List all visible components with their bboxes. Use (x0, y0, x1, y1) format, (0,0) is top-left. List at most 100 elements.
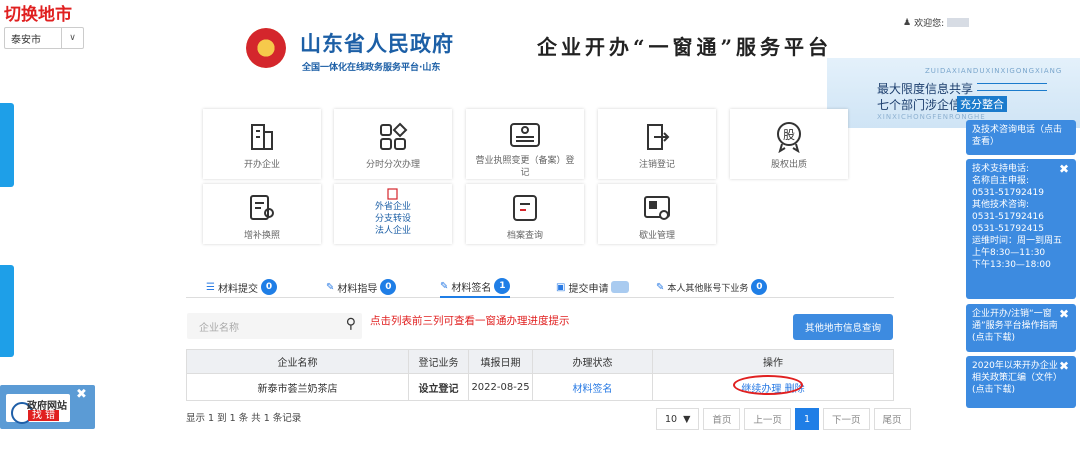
edit-icon: ✎ (656, 281, 665, 293)
column-header: 办理状态 (532, 349, 653, 374)
equity-shield-icon: 股 (771, 119, 807, 155)
error-report-line2: 找 错 (28, 410, 60, 421)
page-size-value: 10 (665, 413, 678, 425)
tab-material-sign[interactable]: ✎ 材料签名 1 (440, 276, 511, 298)
closure-sign-icon (639, 190, 675, 226)
tile-cancellation[interactable]: 注销登记 (598, 109, 716, 179)
page-size-select[interactable]: 10 ▼ (656, 408, 700, 430)
tile-license-change[interactable]: 营业执照变更（备案）登记 (466, 109, 584, 179)
tile-label: 分支转设 (374, 214, 411, 224)
banner-decoration (977, 83, 1047, 91)
tech-phone-link[interactable]: 及技术咨询电话（点击查看） (966, 120, 1076, 155)
cell-status: 材料签名 (532, 373, 653, 401)
tech-support-panel: ✖ 技术支持电话: 名称自主申报: 0531-51792419 其他技术咨询: … (966, 159, 1076, 299)
close-icon[interactable]: ✖ (1059, 308, 1069, 320)
tile-phased-handling[interactable]: 分时分次办理 (334, 109, 452, 179)
left-float-tab-middle[interactable] (0, 265, 14, 357)
platform-title: 企业开办“一窗通”服务平台 (537, 35, 833, 59)
cell-actions: 继续办理 删除 (652, 373, 894, 401)
panel-line: 0531-51792415 (972, 224, 1044, 234)
enterprise-search-input[interactable]: 企业名称 ⚲ (187, 313, 362, 339)
left-float-tab-top[interactable] (0, 103, 14, 187)
last-page-button[interactable]: 尾页 (873, 408, 911, 430)
welcome-text: 欢迎您: (914, 19, 945, 29)
user-name-masked[interactable] (947, 18, 970, 27)
info-sharing-banner[interactable]: ZUIDAXIANDUXINXIGONGXIANG 最大限度信息共享 七个部门涉… (827, 58, 1080, 128)
panel-text: 2020年以来开办企业相关政策汇编（文件）(点击下载) (972, 361, 1058, 395)
panel-line: 下午13:30—18:00 (972, 260, 1051, 270)
edit-icon: ✎ (440, 280, 449, 292)
next-page-button[interactable]: 下一页 (822, 408, 870, 430)
close-icon[interactable]: ✖ (1059, 360, 1069, 372)
grid-apps-icon (375, 119, 411, 155)
search-icon[interactable]: ⚲ (346, 316, 356, 332)
tile-label: 增补换照 (243, 231, 280, 241)
tile-closure-management[interactable]: 歇业管理 (598, 184, 716, 244)
close-icon[interactable]: ✖ (76, 387, 87, 402)
panel-text: 企业开办/注销“一窗通”服务平台操作指南(点击下载) (972, 309, 1058, 343)
tab-other-accounts[interactable]: ✎ 本人其他账号下业务 0 (656, 276, 768, 298)
tab-label: 材料指导 (337, 283, 378, 295)
tab-label: 提交申请 (568, 283, 609, 295)
close-icon[interactable]: ✖ (1059, 163, 1069, 175)
column-header: 填报日期 (468, 349, 533, 374)
count-badge: 0 (260, 279, 277, 295)
operation-guide-download[interactable]: ✖ 企业开办/注销“一窗通”服务平台操作指南(点击下载) (966, 304, 1076, 352)
edit-icon: ✎ (326, 281, 335, 293)
tile-branch-conversion[interactable]: 外省企业 分支转设 法人企业 (334, 184, 452, 244)
count-badge: 1 (494, 278, 511, 294)
tile-label: 股权出质 (770, 160, 807, 170)
tab-label: 材料签名 (451, 282, 492, 294)
tile-equity-pledge[interactable]: 股 股权出质 (730, 109, 848, 179)
count-badge-masked (611, 281, 630, 293)
table-row[interactable]: 新泰市荟兰奶茶店 设立登记 2022-08-25 材料签名 继续办理 删除 (186, 373, 894, 401)
tile-label: 注销登记 (638, 160, 675, 170)
tile-open-enterprise[interactable]: 开办企业 (203, 109, 321, 179)
archive-icon (507, 190, 543, 226)
cell-enterprise-name[interactable]: 新泰市荟兰奶茶店 (186, 373, 409, 401)
certificate-icon (244, 190, 280, 226)
branch-icon (375, 187, 411, 201)
tab-material-submit[interactable]: ☰ 材料提交 0 (206, 276, 277, 298)
table-header-row: 企业名称 登记业务 填报日期 办理状态 操作 (186, 349, 894, 374)
panel-text: 及技术咨询电话（点击查看） (972, 125, 1063, 147)
panel-line: 0531-51792416 (972, 212, 1044, 222)
count-badge: 0 (380, 279, 397, 295)
page-number-button[interactable]: 1 (794, 408, 819, 430)
record-summary: 显示 1 到 1 条 共 1 条记录 (186, 413, 302, 424)
highlight-oval (733, 374, 804, 395)
city-switch-title: 切换地市 (4, 5, 72, 25)
welcome-bar: ♟ 欢迎您: (903, 16, 970, 29)
progress-hint: 点击列表前三列可查看一窗通办理进度提示 (370, 315, 570, 327)
tab-label: 材料提交 (217, 283, 258, 295)
banner-pinyin-top: ZUIDAXIANDUXINXIGONGXIANG (925, 67, 1063, 75)
exit-document-icon (639, 119, 675, 155)
error-report-widget[interactable]: 政府网站 找 错 ✖ (0, 385, 95, 429)
tile-label: 档案查询 (506, 231, 543, 241)
tab-submit-application[interactable]: ▣ 提交申请 (556, 276, 630, 298)
page-root: 切换地市 泰安市 ∨ 政府网站 找 错 ✖ 山东省人民政府 全国一体化在线政务服… (0, 0, 1080, 472)
national-emblem-logo (246, 28, 286, 68)
chevron-down-icon: ∨ (61, 28, 83, 48)
error-report-panel[interactable]: 政府网站 找 错 (6, 394, 70, 424)
tile-label: 外省企业 (374, 202, 411, 212)
panel-title: 技术支持电话: (972, 164, 1030, 174)
cell-date[interactable]: 2022-08-25 (468, 373, 533, 401)
pagination: 10 ▼ 首页 上一页 1 下一页 尾页 (656, 408, 911, 432)
prev-page-button[interactable]: 上一页 (744, 408, 791, 430)
panel-line: 上午8:30—11:30 (972, 248, 1046, 258)
first-page-button[interactable]: 首页 (703, 408, 741, 430)
tab-material-guide[interactable]: ✎ 材料指导 0 (326, 276, 397, 298)
policy-compilation-download[interactable]: ✖ 2020年以来开办企业相关政策汇编（文件）(点击下载) (966, 356, 1076, 408)
city-select[interactable]: 泰安市 ∨ (4, 27, 84, 49)
cell-business[interactable]: 设立登记 (408, 373, 469, 401)
tab-label: 本人其他账号下业务 (667, 283, 749, 294)
tile-reissue-license[interactable]: 增补换照 (203, 184, 321, 244)
other-city-query-button[interactable]: 其他地市信息查询 (793, 314, 893, 340)
material-tabs: ☰ 材料提交 0 ✎ 材料指导 0 ✎ 材料签名 1 ▣ 提交申请 ✎ 本人其他… (186, 276, 894, 298)
user-icon: ♟ (903, 17, 912, 28)
panel-line: 0531-51792419 (972, 188, 1044, 198)
column-header: 登记业务 (408, 349, 469, 374)
search-placeholder: 企业名称 (199, 322, 239, 334)
tile-archive-query[interactable]: 档案查询 (466, 184, 584, 244)
